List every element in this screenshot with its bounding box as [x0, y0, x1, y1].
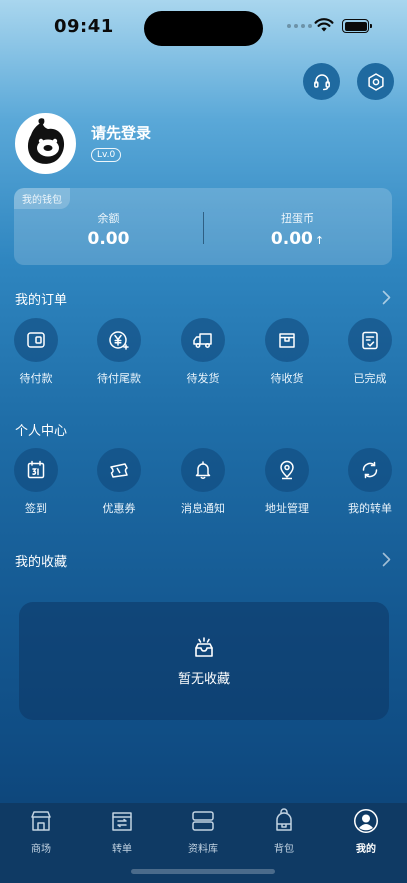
coins-label: 扭蛋币: [281, 212, 314, 225]
personal-section-title: 个人中心: [15, 424, 68, 439]
yen-coin-icon: [109, 331, 129, 350]
login-prompt[interactable]: 请先登录: [91, 122, 151, 143]
transfer-box-icon: [112, 812, 132, 831]
truck-icon: [193, 333, 212, 348]
order-completed[interactable]: 已完成: [328, 318, 407, 386]
user-icon: [354, 809, 378, 833]
tab-backpack[interactable]: 背包: [244, 808, 324, 855]
tab-database[interactable]: 资料库: [163, 808, 243, 855]
tab-mall[interactable]: 商场: [1, 808, 81, 855]
settings-button[interactable]: [357, 63, 394, 100]
order-pending-balance[interactable]: 待付尾款: [77, 318, 161, 386]
cellular-signal-icon: [287, 24, 312, 28]
database-icon: [192, 811, 214, 831]
notifications[interactable]: 消息通知: [161, 448, 245, 516]
bell-icon: [195, 461, 211, 479]
wallet-card: 我的钱包 余额 0.00 扭蛋币 0.00 ↑: [14, 188, 392, 265]
coins-up-arrow-icon: ↑: [314, 234, 325, 247]
package-icon: [279, 333, 295, 348]
location-pin-icon: [280, 460, 294, 480]
orders-chevron-right-icon[interactable]: [382, 290, 391, 305]
balance-label: 余额: [97, 212, 120, 225]
wallet-tag: 我的钱包: [14, 188, 70, 209]
coupons[interactable]: 优惠券: [77, 448, 161, 516]
headset-icon: [313, 73, 330, 90]
calendar-icon: [27, 460, 45, 479]
balance-block[interactable]: 余额 0.00: [14, 210, 203, 249]
status-bar: 09:41: [0, 0, 407, 54]
mascot-avatar-icon: [17, 115, 74, 172]
coupon-icon: [110, 463, 128, 478]
favorites-empty-card: 暂无收藏: [19, 602, 389, 720]
orders-section-title: 我的订单: [15, 293, 68, 308]
home-indicator: [131, 869, 275, 874]
address-management[interactable]: 地址管理: [245, 448, 329, 516]
favorites-chevron-right-icon[interactable]: [382, 552, 391, 567]
check-in[interactable]: 签到: [0, 448, 78, 516]
order-to-ship[interactable]: 待发货: [161, 318, 245, 386]
coins-block[interactable]: 扭蛋币 0.00 ↑: [203, 210, 392, 249]
wallet-icon: [27, 332, 45, 348]
my-transfers[interactable]: 我的转单: [328, 448, 407, 516]
checklist-icon: [362, 331, 378, 350]
avatar[interactable]: [15, 113, 76, 174]
transfer-icon: [362, 461, 378, 479]
backpack-icon: [276, 808, 292, 831]
favorites-empty-text: 暂无收藏: [177, 671, 230, 687]
coins-value: 0.00: [270, 229, 313, 249]
balance-value: 0.00: [87, 229, 130, 249]
empty-inbox-icon: [195, 636, 213, 657]
customer-support-button[interactable]: [303, 63, 340, 100]
level-badge: Lv.0: [91, 148, 122, 162]
wifi-icon: [314, 18, 334, 32]
favorites-section-title: 我的收藏: [15, 555, 68, 570]
tab-mine[interactable]: 我的: [326, 808, 406, 855]
order-pending-payment[interactable]: 待付款: [0, 318, 78, 386]
order-to-receive[interactable]: 待收货: [245, 318, 329, 386]
store-icon: [31, 811, 51, 831]
battery-icon: [342, 19, 372, 33]
gear-icon: [367, 72, 384, 91]
tab-transfer[interactable]: 转单: [82, 808, 162, 855]
dynamic-island: [144, 11, 263, 46]
status-time: 09:41: [54, 16, 114, 37]
